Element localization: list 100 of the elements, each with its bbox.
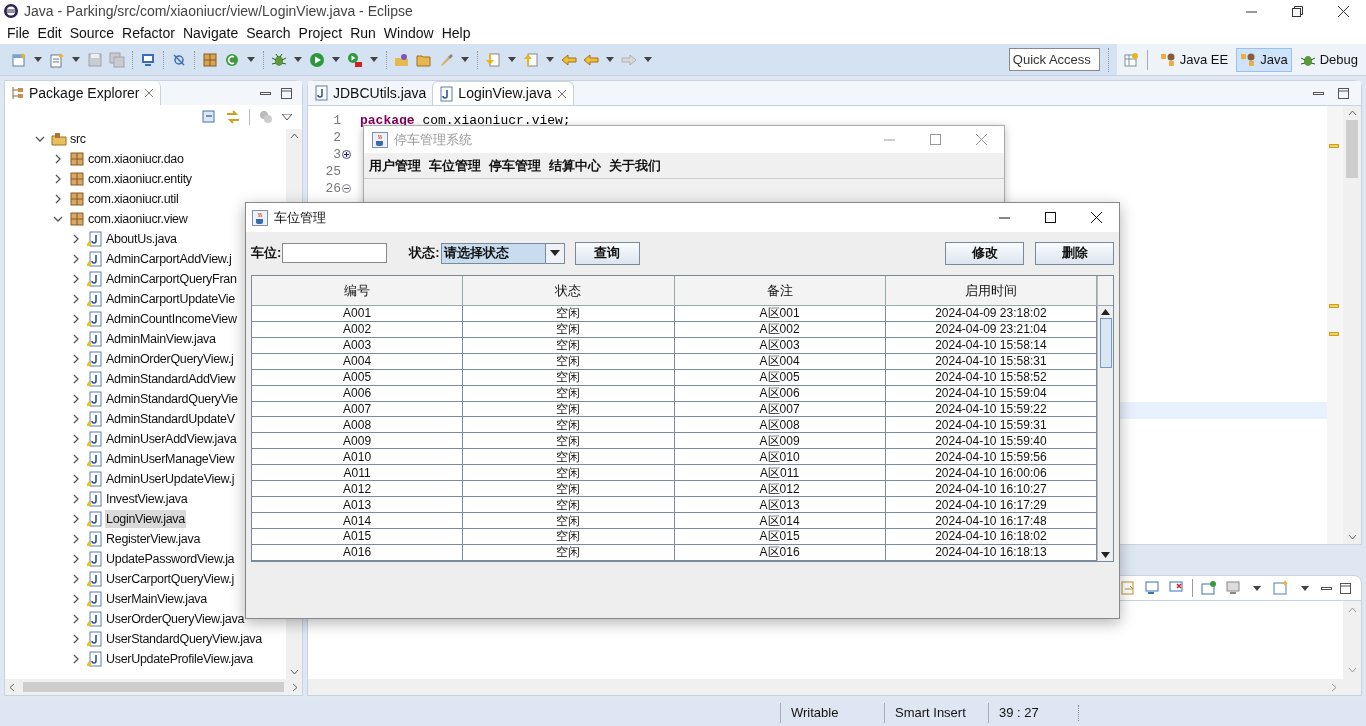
- delete-button[interactable]: 删除: [1035, 241, 1114, 265]
- caret-icon[interactable]: [644, 57, 652, 62]
- space-input-field[interactable]: [282, 243, 388, 263]
- menu-item[interactable]: 关于我们: [606, 155, 664, 176]
- brush-icon[interactable]: [438, 51, 454, 68]
- caret-icon[interactable]: [72, 57, 80, 62]
- quick-access-field[interactable]: Quick Access: [1008, 48, 1100, 71]
- caret-icon[interactable]: [294, 57, 302, 62]
- chevron-down-icon[interactable]: [35, 134, 45, 144]
- menu-item[interactable]: Run: [346, 22, 380, 44]
- menu-item[interactable]: Refactor: [118, 22, 179, 44]
- scroll-thumb[interactable]: [1099, 318, 1112, 368]
- perspective-button[interactable]: Java EE: [1155, 47, 1233, 72]
- new-file-icon[interactable]: [11, 51, 27, 68]
- column-header[interactable]: 状态: [463, 276, 675, 305]
- tree-item[interactable]: UserUpdateProfileView.java: [105, 649, 254, 669]
- tree-item[interactable]: com.xiaoniucr.dao: [87, 149, 185, 169]
- tree-item[interactable]: AdminUserManageView: [105, 449, 236, 469]
- tree-item[interactable]: AdminStandardUpdateV: [105, 409, 236, 429]
- caret-icon[interactable]: [1301, 585, 1309, 591]
- caret-icon[interactable]: [606, 57, 614, 62]
- package-explorer-tab[interactable]: Package Explorer: [5, 81, 161, 105]
- column-header[interactable]: 编号: [252, 276, 464, 305]
- menu-item[interactable]: 停车管理: [486, 155, 544, 176]
- edit-button[interactable]: 修改: [945, 241, 1024, 265]
- tree-item[interactable]: RegisterView.java: [105, 529, 202, 549]
- tree-item[interactable]: UpdatePasswordView.ja: [105, 549, 236, 569]
- bug-icon[interactable]: [271, 51, 287, 68]
- menu-item[interactable]: 用户管理: [366, 155, 424, 176]
- scroll-up-icon[interactable]: [1101, 309, 1110, 315]
- tree-item[interactable]: AdminUserAddView.java: [105, 429, 238, 449]
- menu-item[interactable]: Edit: [33, 22, 66, 44]
- tree-item[interactable]: UserStandardQueryView.java: [105, 629, 263, 649]
- view-menu-icon[interactable]: [282, 114, 292, 120]
- scroll-right-icon[interactable]: [292, 682, 298, 692]
- horizontal-scrollbar[interactable]: [5, 679, 302, 695]
- perspective-button[interactable]: Debug: [1295, 47, 1362, 72]
- caret-icon[interactable]: [34, 57, 42, 62]
- menu-item[interactable]: File: [3, 22, 34, 44]
- maximize-icon[interactable]: [281, 87, 292, 99]
- horizontal-scrollbar[interactable]: [308, 679, 1361, 695]
- scroll-left-icon[interactable]: [9, 682, 15, 692]
- menu-item[interactable]: Search: [242, 22, 295, 44]
- menu-item[interactable]: 车位管理: [426, 155, 484, 176]
- last-edit-icon[interactable]: [561, 51, 577, 68]
- menu-item[interactable]: Navigate: [178, 22, 243, 44]
- tree-item[interactable]: LoginView.java: [105, 509, 186, 529]
- tree-item[interactable]: AdminCountIncomeView: [105, 309, 238, 329]
- chevron-down-icon[interactable]: [53, 214, 63, 224]
- tree-item[interactable]: com.xiaoniucr.util: [87, 189, 180, 209]
- refresh-icon[interactable]: [224, 51, 240, 68]
- caret-icon[interactable]: [461, 57, 469, 62]
- tree-item[interactable]: AdminMainView.java: [105, 329, 217, 349]
- tree-item[interactable]: AdminOrderQueryView.j: [105, 349, 235, 369]
- query-button[interactable]: 查询: [574, 241, 640, 265]
- display-icon[interactable]: [1225, 580, 1241, 596]
- menu-item[interactable]: Source: [65, 22, 119, 44]
- tree-item[interactable]: src: [69, 129, 87, 149]
- caret-icon[interactable]: [546, 57, 554, 62]
- scroll-down-icon[interactable]: [1101, 552, 1110, 558]
- back-arrow-icon[interactable]: [583, 51, 599, 68]
- open-type-icon[interactable]: [394, 51, 410, 68]
- tree-item[interactable]: UserMainView.java: [105, 589, 208, 609]
- menu-item[interactable]: Project: [294, 22, 347, 44]
- tree-item[interactable]: AdminStandardQueryVie: [105, 389, 239, 409]
- expand-fold-icon[interactable]: [342, 150, 351, 159]
- play-icon[interactable]: [309, 51, 325, 68]
- caret-icon[interactable]: [247, 57, 255, 62]
- tree-item[interactable]: AdminCarportQueryFran: [105, 269, 238, 289]
- tree-item[interactable]: com.xiaoniucr.view: [87, 209, 189, 229]
- collapse-fold-icon[interactable]: [342, 184, 351, 193]
- maximize-icon[interactable]: [1340, 582, 1351, 594]
- vertical-scrollbar[interactable]: [1343, 106, 1361, 544]
- editor-tab[interactable]: LoginView.java: [432, 81, 574, 105]
- tree-item[interactable]: InvestView.java: [105, 489, 189, 509]
- run-tool-icon[interactable]: [347, 51, 363, 68]
- vertical-scrollbar[interactable]: [1097, 276, 1113, 561]
- perspective-button[interactable]: Java: [1236, 47, 1292, 72]
- menu-item[interactable]: 结算中心: [546, 155, 604, 176]
- console-icon[interactable]: [1144, 580, 1160, 596]
- scroll-thumb[interactable]: [23, 682, 284, 692]
- status-dropdown[interactable]: 请选择状态: [440, 242, 565, 264]
- tree-item[interactable]: AboutUs.java: [105, 229, 178, 249]
- tree-item[interactable]: UserOrderQueryView.java: [105, 609, 246, 629]
- tree-item[interactable]: AdminCarportAddView.j: [105, 249, 233, 269]
- menu-item[interactable]: Window: [379, 22, 438, 44]
- caret-icon[interactable]: [370, 57, 378, 62]
- column-header[interactable]: 备注: [674, 276, 886, 305]
- tree-item[interactable]: com.xiaoniucr.entity: [87, 169, 193, 189]
- grid-icon[interactable]: [202, 51, 218, 68]
- tree-item[interactable]: AdminCarportUpdateVie: [105, 289, 236, 309]
- close-icon[interactable]: [556, 88, 567, 99]
- caret-icon[interactable]: [332, 57, 340, 62]
- caret-icon[interactable]: [508, 57, 516, 62]
- tree-item[interactable]: AdminStandardAddView: [105, 369, 237, 389]
- scroll-thumb[interactable]: [1346, 120, 1358, 178]
- maximize-icon[interactable]: [1338, 87, 1349, 99]
- caret-icon[interactable]: [1253, 585, 1261, 591]
- menu-item[interactable]: Help: [437, 22, 475, 44]
- close-icon[interactable]: [143, 88, 154, 98]
